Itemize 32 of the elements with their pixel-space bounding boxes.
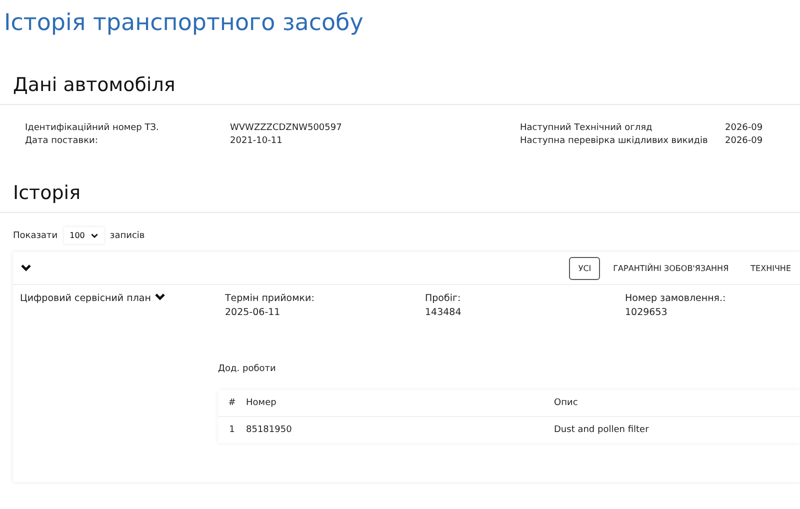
field-label: Пробіг: — [425, 293, 462, 304]
page-size-dropdown[interactable]: 100 — [64, 227, 104, 244]
show-label: Показати — [13, 230, 58, 240]
page-title: Історія транспортного засобу — [3, 9, 364, 38]
table-cell: 85181950 — [246, 416, 554, 443]
field-value: 1029653 — [625, 307, 668, 318]
chevron-icon[interactable] — [154, 293, 165, 301]
filter-tab[interactable]: УСІ — [569, 256, 600, 280]
records-label: записів — [110, 230, 145, 240]
column-header: Номер — [246, 390, 554, 416]
field-label: Термін прийомки: — [225, 293, 316, 304]
chevron-icon[interactable] — [21, 264, 31, 272]
section-heading: Історія — [12, 182, 82, 204]
table-cell: 1 — [218, 416, 246, 443]
field-value: 2026-09 — [725, 136, 764, 146]
field-label: Номер замовлення.: — [625, 293, 727, 304]
field-value: 2026-09 — [725, 123, 764, 133]
field-value: WVWZZZCDZNW500597 — [230, 123, 343, 133]
table-cell: Dust and pollen filter — [554, 416, 800, 443]
field-label: Наступний Технічний огляд — [520, 123, 654, 133]
field-label: Дата поставки: — [25, 136, 99, 146]
field-value: 2025-06-11 — [225, 307, 282, 318]
column-header: Опис — [554, 390, 800, 416]
caret-icon — [90, 232, 98, 238]
plan-label: Цифровий сервісний план — [20, 293, 151, 304]
field-label: Наступна перевірка шкідливих викидів — [520, 136, 709, 146]
field-value: 143484 — [425, 307, 462, 318]
subsection-heading: Дод. роботи — [218, 364, 277, 374]
section-heading: Дані автомобіля — [12, 74, 176, 96]
field-value: 2021-10-11 — [230, 136, 284, 146]
field-label: Ідентифікаційний номер ТЗ. — [25, 123, 160, 133]
column-header: # — [218, 390, 246, 416]
